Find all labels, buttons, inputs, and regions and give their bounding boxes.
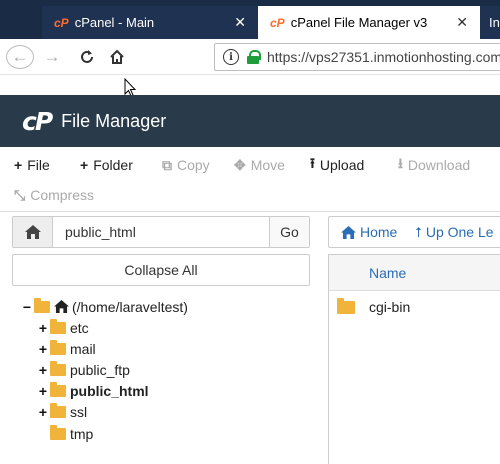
plus-icon: +	[14, 157, 23, 173]
tab-title: cPanel - Main	[74, 15, 155, 30]
tree-item-label: ssl	[70, 403, 88, 420]
button-label: Copy	[177, 157, 210, 173]
info-icon[interactable]: i	[223, 49, 239, 65]
folder-icon	[50, 360, 66, 376]
folder-icon	[50, 381, 66, 397]
folder-icon	[50, 402, 66, 418]
folder-icon	[50, 339, 66, 355]
collapse-all-button[interactable]: Collapse All	[12, 254, 310, 286]
tree-item-tmp[interactable]: tmp	[50, 423, 93, 444]
tree-item-label: mail	[70, 340, 96, 357]
path-input[interactable]	[53, 217, 269, 247]
home-icon	[341, 225, 356, 239]
tree-item-label: (/home/laraveltest)	[72, 298, 188, 315]
button-label: File	[27, 157, 50, 173]
up-arrow-icon: ⭡	[415, 223, 422, 240]
page-title: File Manager	[61, 110, 167, 131]
path-navigator: Go	[12, 216, 310, 248]
file-list: Name cgi-bin	[328, 254, 500, 464]
back-arrow-icon[interactable]: ←	[6, 45, 34, 69]
url-text: https://vps27351.inmotionhosting.com:	[267, 49, 500, 65]
up-one-level-link[interactable]: ⭡ Up One Le	[415, 224, 493, 241]
download-button[interactable]: ⭳ Download	[398, 153, 470, 177]
tree-item-ssl[interactable]: + ssl	[38, 401, 87, 422]
tab-title: Ina	[489, 15, 500, 30]
cpanel-favicon: cP	[270, 15, 285, 30]
upload-button[interactable]: ⭱ Upload	[310, 153, 364, 177]
home-icon[interactable]	[13, 217, 53, 247]
copy-button[interactable]: ⧉ Copy	[162, 153, 210, 177]
tree-item-label: etc	[70, 319, 89, 336]
button-label: Download	[407, 157, 471, 173]
expand-toggle-icon[interactable]: +	[38, 320, 48, 336]
home-icon	[54, 300, 69, 313]
close-icon[interactable]: ✕	[456, 14, 468, 31]
expand-toggle-icon[interactable]: +	[38, 404, 48, 420]
tree-root[interactable]: − (/home/laraveltest)	[22, 296, 188, 317]
tree-item-label: public_html	[70, 382, 149, 399]
reload-icon[interactable]	[76, 45, 98, 69]
open-folder-icon	[34, 297, 50, 313]
column-header-name[interactable]: Name	[329, 255, 500, 291]
upload-icon: ⭱	[310, 155, 315, 171]
tab-partial[interactable]: Ina	[480, 6, 500, 39]
file-row[interactable]: cgi-bin	[329, 291, 500, 323]
expand-toggle-icon[interactable]: +	[38, 383, 48, 399]
collapse-toggle-icon[interactable]: −	[22, 299, 32, 315]
file-manager-toolbar: + File + Folder ⧉ Copy ✥ Move ⭱ Upload ⭳…	[0, 147, 500, 212]
button-label: Compress	[30, 187, 94, 203]
button-label: Upload	[319, 157, 365, 173]
tree-item-mail[interactable]: + mail	[38, 338, 96, 359]
home-link[interactable]: Home	[341, 224, 397, 240]
tree-item-public-ftp[interactable]: + public_ftp	[38, 359, 130, 380]
tab-cpanel-main[interactable]: cP cPanel - Main ✕	[42, 6, 258, 39]
browser-navbar: ← → i https://vps27351.inmotionhosting.c…	[0, 39, 500, 75]
tab-file-manager[interactable]: cP cPanel File Manager v3 ✕	[258, 6, 480, 39]
lock-icon	[247, 50, 261, 64]
tree-item-etc[interactable]: + etc	[38, 317, 89, 338]
expand-toggle-icon[interactable]: +	[38, 362, 48, 378]
tree-item-public-html[interactable]: + public_html	[38, 380, 149, 401]
compress-icon: ⤡	[14, 186, 26, 203]
browser-tab-strip: cP cPanel - Main ✕ cP cPanel File Manage…	[0, 0, 500, 39]
folder-icon	[50, 424, 66, 440]
go-button[interactable]: Go	[269, 217, 309, 247]
button-label: Move	[250, 157, 285, 173]
plus-icon: +	[80, 157, 89, 173]
tree-item-label: public_ftp	[70, 361, 130, 378]
move-icon: ✥	[234, 156, 246, 173]
forward-arrow-icon[interactable]: →	[40, 45, 64, 69]
copy-icon: ⧉	[162, 156, 172, 173]
cpanel-favicon: cP	[54, 15, 69, 30]
folder-icon	[337, 297, 355, 314]
button-label: Folder	[93, 157, 133, 173]
download-icon: ⭳	[398, 155, 403, 171]
move-button[interactable]: ✥ Move	[234, 153, 285, 177]
tree-item-label: tmp	[70, 425, 94, 442]
file-list-toolbar: Home ⭡ Up One Le	[328, 216, 500, 248]
tab-title: cPanel File Manager v3	[290, 15, 428, 30]
home-icon[interactable]	[106, 45, 128, 69]
up-link-label: Up One Le	[425, 223, 494, 240]
app-header: cP File Manager	[0, 95, 500, 147]
close-icon[interactable]: ✕	[234, 14, 246, 31]
cpanel-logo: cP	[22, 106, 53, 136]
file-name: cgi-bin	[369, 299, 411, 315]
folder-icon	[50, 318, 66, 334]
url-bar[interactable]: i https://vps27351.inmotionhosting.com:	[214, 43, 500, 71]
column-header-label: Name	[369, 264, 407, 281]
home-link-label: Home	[360, 224, 398, 240]
new-file-button[interactable]: + File	[14, 153, 50, 177]
compress-button[interactable]: ⤡ Compress	[14, 183, 94, 207]
new-folder-button[interactable]: + Folder	[80, 153, 133, 177]
expand-toggle-icon[interactable]: +	[38, 341, 48, 357]
